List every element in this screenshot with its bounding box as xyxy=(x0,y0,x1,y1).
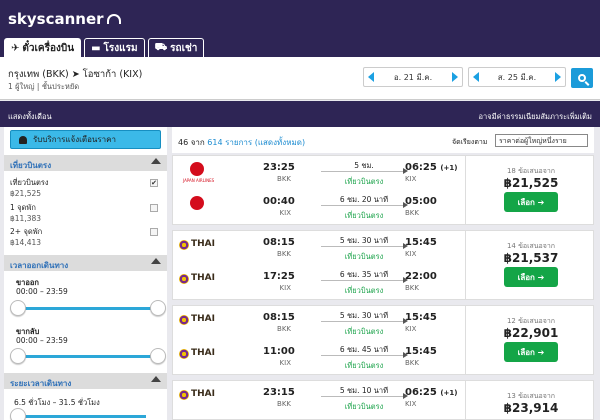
filter-sidebar: รับบริการแจ้งเตือนราคา เที่ยวบินตรง เที่… xyxy=(4,127,167,420)
flight-result-card[interactable]: JAPAN AIRLINES 23:25 BKK 5 ชม. เที่ยวบิน… xyxy=(172,155,594,225)
outbound-leg: THAI 08:15 BKK 5 ชม. 30 นาที เที่ยวบินตร… xyxy=(173,306,465,340)
flight-arrow-icon xyxy=(321,318,408,324)
stops-filter-header[interactable]: เที่ยวบินตรง xyxy=(4,155,167,171)
slider-handle-min[interactable] xyxy=(10,408,26,420)
return-date-picker[interactable]: ส. 25 มี.ค. xyxy=(468,67,566,87)
depart-date-picker[interactable]: อ. 21 มี.ค. xyxy=(363,67,463,87)
next-day-arrow-icon[interactable] xyxy=(555,72,561,82)
outbound-time-slider[interactable] xyxy=(10,300,166,316)
thai-orchid-logo-icon xyxy=(179,274,189,284)
price-panel: 18 ข้อเสนอจาก ฿21,525 เลือก ➔ xyxy=(465,156,595,224)
return-leg: THAI 17:25 KIX 6 ชม. 35 นาที เที่ยวบินตร… xyxy=(173,265,465,299)
thai-orchid-logo-icon xyxy=(179,240,189,250)
show-all-link[interactable]: 614 รายการ (แสดงทั้งหมด) xyxy=(207,138,305,147)
product-tabs: ✈ ตั๋วเครื่องบิน ▬ โรงแรม ⛟ รถเช่า xyxy=(4,38,205,57)
airline-name: THAI xyxy=(191,348,215,358)
times-filter-header[interactable]: เวลาออกเดินทาง xyxy=(4,255,167,271)
price: ฿21,537 xyxy=(503,251,559,265)
search-button[interactable] xyxy=(571,68,593,88)
tab-flights[interactable]: ✈ ตั๋วเครื่องบิน xyxy=(4,38,82,57)
duration-range: 6.5 ชั่วโมง – 31.5 ชั่วโมง xyxy=(14,398,100,407)
checkbox-1-stop[interactable] xyxy=(150,204,158,212)
outbound-leg: JAPAN AIRLINES 23:25 BKK 5 ชม. เที่ยวบิน… xyxy=(183,161,458,186)
flight-result-card[interactable]: THAI 08:15 BKK 5 ชม. 30 นาที เที่ยวบินตร… xyxy=(172,230,594,300)
stop-option-1-stop[interactable]: 1 จุดพัก ฿11,383 xyxy=(10,202,160,223)
return-date: ส. 25 มี.ค. xyxy=(497,72,537,82)
price-panel: 13 ข้อเสนอจาก ฿23,914 xyxy=(465,381,595,419)
outbound-leg: THAI 08:15 BKK 5 ชม. 30 นาที เที่ยวบินตร… xyxy=(173,231,465,265)
flight-arrow-icon xyxy=(321,243,408,249)
skyscanner-logo[interactable]: skyscanner xyxy=(8,10,121,28)
sort-label: จัดเรียงตาม xyxy=(452,138,488,146)
flight-arrow-icon xyxy=(321,202,408,208)
flight-arrow-icon xyxy=(321,168,408,174)
sunrise-icon xyxy=(106,14,121,24)
flight-arrow-icon xyxy=(321,393,408,399)
passenger-summary[interactable]: 1 ผู้ใหญ่ | ชั้นประหยัด xyxy=(8,81,79,93)
prev-day-arrow-icon[interactable] xyxy=(368,72,374,82)
price-alert-button[interactable]: รับบริการแจ้งเตือนราคา xyxy=(10,130,161,149)
options-bar: แสดงทั้งเดือน อาจมีค่าธรรมเนียมสัมภาระเพ… xyxy=(0,101,600,127)
logo-text: skyscanner xyxy=(8,10,104,28)
thai-orchid-logo-icon xyxy=(179,349,189,359)
next-day-arrow-icon[interactable] xyxy=(451,72,458,82)
select-button[interactable]: เลือก ➔ xyxy=(504,342,558,362)
slider-handle-max[interactable] xyxy=(150,300,166,316)
return-leg: THAI 11:00 KIX 6 ชม. 45 นาที เที่ยวบินตร… xyxy=(173,340,465,374)
price: ฿22,901 xyxy=(503,326,559,340)
sort-select[interactable]: ราคาต่อผู้ใหญ่หนึ่งราย xyxy=(495,134,588,147)
top-bar: skyscanner ✈ ตั๋วเครื่องบิน ▬ โรงแรม ⛟ ร… xyxy=(0,0,600,57)
baggage-fees-link[interactable]: อาจมีค่าธรรมเนียมสัมภาระเพิ่มเติม xyxy=(479,111,592,123)
stop-option-2-plus-stops[interactable]: 2+ จุดพัก ฿14,413 xyxy=(10,226,160,247)
search-icon xyxy=(578,74,586,82)
jal-crane-logo-icon xyxy=(190,196,204,210)
prev-day-arrow-icon[interactable] xyxy=(473,72,479,82)
select-button[interactable]: เลือก ➔ xyxy=(504,267,558,287)
chevron-up-icon xyxy=(151,376,161,382)
checkbox-direct[interactable]: ✔ xyxy=(150,179,158,187)
flight-result-card[interactable]: THAI 08:15 BKK 5 ชม. 30 นาที เที่ยวบินตร… xyxy=(172,305,594,375)
return-range: 00:00 – 23:59 xyxy=(16,336,68,345)
jal-crane-logo-icon xyxy=(190,162,204,176)
outbound-leg: THAI 23:15 BKK 5 ชม. 10 นาที เที่ยวบินตร… xyxy=(173,381,465,415)
price-panel: 14 ข้อเสนอจาก ฿21,537 เลือก ➔ xyxy=(465,231,595,299)
airline-name: THAI xyxy=(191,273,215,283)
tab-hotels[interactable]: ▬ โรงแรม xyxy=(84,38,145,57)
price-panel: 12 ข้อเสนอจาก ฿22,901 เลือก ➔ xyxy=(465,306,595,374)
results-count: 46 จาก 614 รายการ (แสดงทั้งหมด) xyxy=(178,138,306,147)
car-icon: ⛟ xyxy=(154,41,168,53)
thai-orchid-logo-icon xyxy=(179,390,189,400)
stop-option-direct[interactable]: เที่ยวบินตรง ฿21,525 ✔ xyxy=(10,177,160,198)
route-summary[interactable]: กรุงเทพ (BKK) ➤ โอซาก้า (KIX) xyxy=(8,67,142,82)
chevron-up-icon xyxy=(151,158,161,164)
tab-car-hire[interactable]: ⛟ รถเช่า xyxy=(147,38,205,57)
checkbox-2-plus-stops[interactable] xyxy=(150,228,158,236)
slider-handle-min[interactable] xyxy=(10,300,26,316)
bell-icon xyxy=(19,135,27,144)
slider-handle-min[interactable] xyxy=(10,348,26,364)
price: ฿23,914 xyxy=(503,401,559,415)
duration-slider[interactable] xyxy=(10,408,146,420)
bed-icon: ▬ xyxy=(91,42,101,54)
return-time-slider[interactable] xyxy=(10,348,166,364)
select-button[interactable]: เลือก ➔ xyxy=(504,192,558,212)
airline-name: THAI xyxy=(191,389,215,399)
duration-filter-header[interactable]: ระยะเวลาเดินทาง xyxy=(4,373,167,389)
chevron-up-icon xyxy=(151,258,161,264)
thai-orchid-logo-icon xyxy=(179,315,189,325)
slider-handle-max[interactable] xyxy=(150,348,166,364)
return-leg: 00:40 KIX 6 ชม. 20 นาที เที่ยวบินตรง 05:… xyxy=(173,190,465,224)
results-header: 46 จาก 614 รายการ (แสดงทั้งหมด) จัดเรียง… xyxy=(172,127,594,153)
flight-arrow-icon xyxy=(321,352,408,358)
flight-arrow-icon xyxy=(321,277,408,283)
airline-subtitle: JAPAN AIRLINES xyxy=(183,178,215,183)
show-whole-month-link[interactable]: แสดงทั้งเดือน xyxy=(8,111,52,123)
outbound-range: 00:00 – 23:59 xyxy=(16,287,68,296)
flight-result-card[interactable]: THAI 23:15 BKK 5 ชม. 10 นาที เที่ยวบินตร… xyxy=(172,380,594,420)
airline-name: THAI xyxy=(191,314,215,324)
price: ฿21,525 xyxy=(503,176,559,190)
depart-date: อ. 21 มี.ค. xyxy=(393,72,433,82)
airplane-icon: ✈ xyxy=(11,42,20,54)
airline-name: THAI xyxy=(191,239,215,249)
